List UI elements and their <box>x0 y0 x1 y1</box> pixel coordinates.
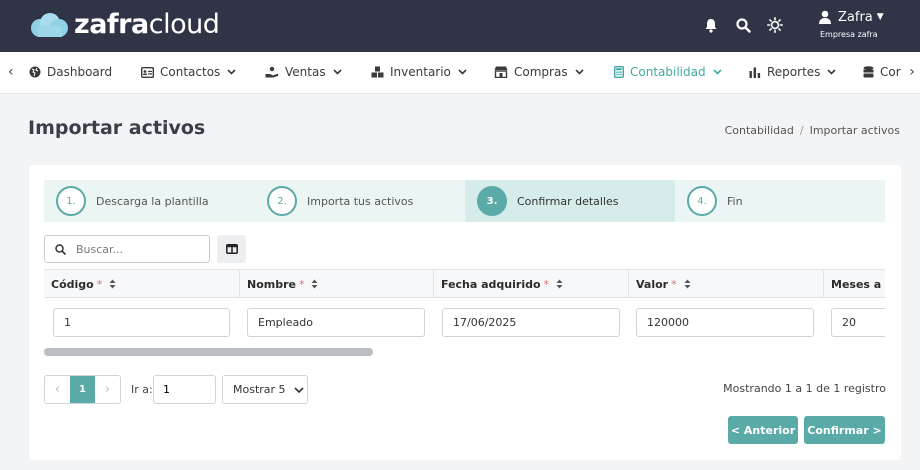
boxes-icon <box>371 66 384 78</box>
confirm-button[interactable]: Confirmar > <box>804 416 885 444</box>
search-input[interactable] <box>76 242 196 256</box>
step-confirmar[interactable]: 3. Confirmar detalles <box>465 180 675 222</box>
chevron-down-icon <box>827 69 836 75</box>
meses-input[interactable] <box>831 308 885 337</box>
user-icon <box>819 10 831 24</box>
cloud-logo-icon <box>31 13 68 37</box>
breadcrumb-contabilidad[interactable]: Contabilidad <box>725 124 794 137</box>
nav-item-cor[interactable]: Cor <box>863 65 901 79</box>
chevron-down-icon <box>333 69 342 75</box>
column-toggle-button[interactable] <box>217 235 246 263</box>
chevron-down-icon: ▼ <box>876 12 884 22</box>
hand-coin-icon <box>265 66 279 78</box>
theme-sun-icon[interactable] <box>764 14 786 36</box>
search-icon[interactable] <box>732 14 754 36</box>
required-mark: * <box>96 277 103 291</box>
step-number: 3. <box>477 186 507 216</box>
nav-item-ventas[interactable]: Ventas <box>265 65 342 79</box>
fecha-adquirido-input[interactable] <box>442 308 620 337</box>
goto-page-input[interactable] <box>153 375 216 404</box>
search-icon <box>55 243 66 255</box>
user-name: Zafra <box>838 9 873 25</box>
main-nav: ‹ Dashboard Contactos Ventas Inventario … <box>0 52 920 94</box>
chevron-down-icon <box>293 386 304 393</box>
notification-bell-icon[interactable] <box>700 14 722 36</box>
contact-card-icon <box>141 66 154 78</box>
goto-label: Ir a: <box>131 383 153 396</box>
nav-item-reportes[interactable]: Reportes <box>749 65 836 79</box>
column-header-valor[interactable]: Valor * <box>628 270 823 298</box>
table-header: Código * Nombre * Fecha adquirido * Valor * … <box>44 269 885 298</box>
calculator-icon <box>614 66 624 78</box>
columns-icon <box>225 244 238 254</box>
breadcrumb: Contabilidad / Importar activos <box>725 124 900 137</box>
chevron-down-icon <box>713 69 722 75</box>
prev-page-button[interactable]: ‹ <box>45 376 70 403</box>
breadcrumb-current: Importar activos <box>809 124 900 137</box>
step-number: 1. <box>56 186 86 216</box>
nav-item-inventario[interactable]: Inventario <box>371 65 467 79</box>
breadcrumb-separator: / <box>799 124 804 137</box>
column-header-fecha-adquirido[interactable]: Fecha adquirido * <box>433 270 628 298</box>
step-label: Descarga la plantilla <box>96 194 209 208</box>
step-label: Importa tus activos <box>307 194 414 208</box>
nav-item-contabilidad[interactable]: Contabilidad <box>614 65 722 79</box>
user-company: Empresa zafra <box>820 30 878 39</box>
next-page-button[interactable]: › <box>95 376 120 403</box>
valor-input[interactable] <box>636 308 814 337</box>
nav-item-compras[interactable]: Compras <box>494 65 584 79</box>
chevron-down-icon <box>458 69 467 75</box>
step-label: Confirmar detalles <box>517 194 619 208</box>
bar-chart-icon <box>749 67 761 78</box>
brand-logo[interactable]: zafracloud <box>28 9 220 40</box>
sort-icon[interactable] <box>684 279 691 289</box>
chevron-down-icon <box>575 69 584 75</box>
user-menu[interactable]: Zafra ▼ Empresa zafra <box>818 9 918 39</box>
sort-icon[interactable] <box>311 279 318 289</box>
codigo-input[interactable] <box>53 308 230 337</box>
database-icon <box>863 66 874 78</box>
top-bar: zafracloud Zafra ▼ Empresa zafra <box>0 0 920 52</box>
wizard-steps: 1. Descarga la plantilla 2. Importa tus … <box>44 180 885 222</box>
nav-item-contactos[interactable]: Contactos <box>141 65 236 79</box>
pagination: ‹ 1 › <box>44 375 121 404</box>
nav-scroll-left-icon[interactable]: ‹ <box>8 64 14 80</box>
column-header-codigo[interactable]: Código * <box>44 270 239 298</box>
previous-button[interactable]: < Anterior <box>728 416 798 444</box>
step-number: 2. <box>267 186 297 216</box>
step-number: 4. <box>687 186 717 216</box>
step-label: Fin <box>727 194 743 208</box>
column-header-nombre[interactable]: Nombre * <box>239 270 433 298</box>
required-mark: * <box>543 277 550 291</box>
page-title: Importar activos <box>28 117 206 139</box>
required-mark: * <box>298 277 305 291</box>
records-summary: Mostrando 1 a 1 de 1 registro <box>723 382 886 395</box>
step-importa[interactable]: 2. Importa tus activos <box>267 180 467 222</box>
nombre-input[interactable] <box>247 308 425 337</box>
assets-table: Código * Nombre * Fecha adquirido * Valor * … <box>44 269 885 357</box>
sort-icon[interactable] <box>109 279 116 289</box>
globe-icon <box>29 66 41 78</box>
brand-name: zafracloud <box>74 9 220 40</box>
page-size-select[interactable]: Mostrar 5 <box>222 375 308 404</box>
store-icon <box>494 66 508 78</box>
nav-item-dashboard[interactable]: Dashboard <box>29 65 112 79</box>
page-button-current[interactable]: 1 <box>70 376 95 403</box>
column-header-meses[interactable]: Meses a de <box>823 270 885 298</box>
chevron-down-icon <box>227 69 236 75</box>
search-box <box>44 235 210 263</box>
step-descarga[interactable]: 1. Descarga la plantilla <box>56 180 256 222</box>
horizontal-scrollbar[interactable] <box>44 348 373 356</box>
sort-icon[interactable] <box>556 279 563 289</box>
nav-scroll-right-icon[interactable]: › <box>904 64 920 80</box>
required-mark: * <box>671 277 677 291</box>
step-fin[interactable]: 4. Fin <box>687 180 837 222</box>
